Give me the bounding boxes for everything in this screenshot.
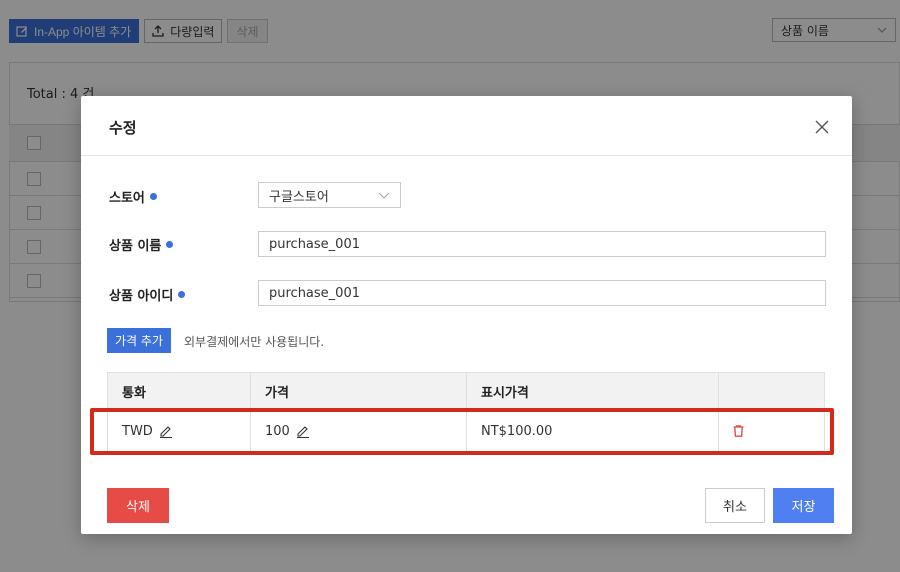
currency-cell: TWD [108,410,251,452]
required-dot-icon [149,193,157,200]
product-id-label-text: 상품 아이디 [109,289,174,304]
save-button[interactable]: 저장 [773,488,834,523]
chevron-down-icon [378,192,390,199]
price-cell: 100 [251,410,467,452]
required-dot-icon [166,241,174,248]
header-actions [719,373,824,409]
price-table: 통화 가격 표시가격 TWD 100 NT$100.00 [107,372,825,453]
cancel-label: 취소 [723,500,747,515]
store-select[interactable]: 구글스토어 [258,182,401,208]
pencil-icon[interactable] [159,425,173,438]
table-row: TWD 100 NT$100.00 [108,410,824,452]
store-select-value: 구글스토어 [269,189,329,205]
header-price: 가격 [251,373,467,409]
currency-value: TWD [122,423,153,439]
product-name-label-text: 상품 이름 [109,239,162,254]
trash-icon[interactable] [733,425,744,437]
product-name-label: 상품 이름 [109,235,174,254]
product-id-input[interactable] [258,280,826,306]
price-table-header: 통화 가격 표시가격 [108,373,824,410]
price-value: 100 [265,423,290,439]
header-currency: 통화 [108,373,251,409]
modal-title: 수정 [109,119,137,137]
edit-modal: 수정 스토어 구글스토어 상품 이름 상품 아이디 가격 추가 외부결제에서만 … [81,96,852,534]
add-price-label: 가격 추가 [115,334,163,348]
required-dot-icon [178,291,186,298]
close-icon [815,120,829,134]
display-price-cell: NT$100.00 [467,410,719,452]
delete-label: 삭제 [126,500,150,515]
save-label: 저장 [791,500,816,515]
cancel-button[interactable]: 취소 [705,488,765,523]
helper-text: 외부결제에서만 사용됩니다. [184,335,325,349]
add-price-button[interactable]: 가격 추가 [107,328,171,353]
modal-divider [81,155,852,156]
display-price-value: NT$100.00 [481,423,553,439]
store-label: 스토어 [109,187,157,206]
header-display-price: 표시가격 [467,373,719,409]
store-label-text: 스토어 [109,191,145,206]
delete-button[interactable]: 삭제 [107,488,169,523]
close-button[interactable] [812,117,832,137]
pencil-icon[interactable] [296,425,310,438]
product-name-input[interactable] [258,231,826,257]
actions-cell [719,410,824,452]
product-id-label: 상품 아이디 [109,285,186,304]
